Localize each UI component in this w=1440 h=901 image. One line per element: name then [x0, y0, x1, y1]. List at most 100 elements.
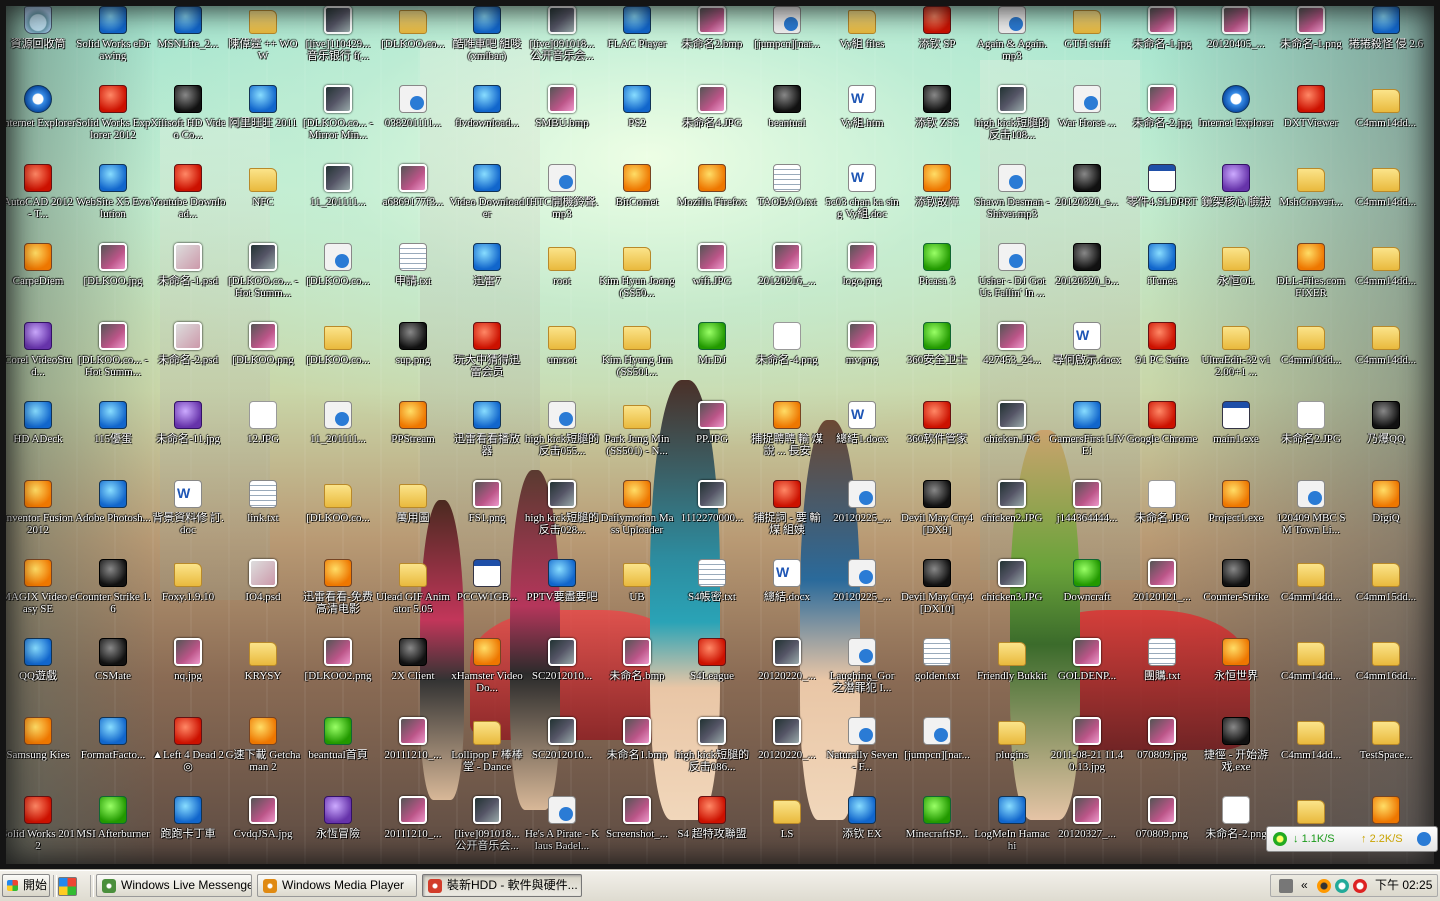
desktop-icon[interactable]: Friendly Bukkit	[974, 634, 1050, 713]
desktop-icon[interactable]: 未命名-2.png	[1198, 792, 1274, 870]
desktop-icon[interactable]: 360软件管家	[899, 397, 975, 476]
desktop-icon[interactable]: CarpeDiem	[0, 239, 76, 318]
desktop-icon[interactable]: high kick短腿的反击108...	[974, 81, 1050, 160]
desktop-icon[interactable]: 萬用圖	[375, 476, 451, 555]
desktop-icon[interactable]: 20120216_...	[749, 239, 825, 318]
desktop-icon[interactable]: [DLKOO.co... - Hot Summ...	[225, 239, 301, 318]
desktop-icon[interactable]: beantual	[749, 81, 825, 160]
desktop-icon[interactable]: MshConvert...	[1273, 160, 1349, 239]
quick-launch-show-desktop-icon[interactable]	[58, 877, 77, 896]
taskbar-button[interactable]: 裝新HDD - 軟件與硬件...	[422, 874, 582, 897]
desktop-icon[interactable]: Screenshot_...	[599, 792, 675, 870]
desktop-icon[interactable]: DLL-Files.com FIXER	[1273, 239, 1349, 318]
desktop-icon[interactable]: j144364444...	[1049, 476, 1125, 555]
desktop-icon[interactable]: 2011-08-21 11.40.13.jpg	[1049, 713, 1125, 792]
desktop-icon[interactable]: 未命名-1.psd	[150, 239, 226, 318]
desktop-icon[interactable]: Google Chrome	[1124, 397, 1200, 476]
taskbar-button[interactable]: Windows Live Messenger	[96, 874, 252, 897]
desktop-icon[interactable]: Kim Hyun Joong (SS50...	[599, 239, 675, 318]
desktop-icon[interactable]: 未命名-2.psd	[150, 318, 226, 397]
desktop-icon[interactable]: Internet Explorer	[1198, 81, 1274, 160]
desktop-icon[interactable]: DigiQ	[1348, 476, 1424, 555]
desktop-icon[interactable]: 添钦故障	[899, 160, 975, 239]
desktop-icon[interactable]: PP.JPG	[674, 397, 750, 476]
desktop-icon[interactable]: 申請.txt	[375, 239, 451, 318]
desktop-icon[interactable]: [jumpcn][nar...	[749, 2, 825, 81]
desktop-icon[interactable]: 背景資料修 訂.doc	[150, 476, 226, 555]
desktop-icon[interactable]: S4 超特攻聯盟	[674, 792, 750, 870]
security-shield-icon[interactable]	[1353, 879, 1367, 893]
desktop-icon[interactable]: 5c03 chan ka sing Vy組.doc	[824, 160, 900, 239]
desktop-icon[interactable]: 添钦 SP	[899, 2, 975, 81]
desktop-icon[interactable]: C4mm14dd...	[1348, 81, 1424, 160]
desktop-icon[interactable]: 20120405_...	[1198, 2, 1274, 81]
desktop-icon[interactable]: Internet Explorer	[0, 81, 76, 160]
desktop-icon[interactable]: Solid Works Explorer 2012	[75, 81, 151, 160]
desktop-icon[interactable]: 迅雷7	[449, 239, 525, 318]
desktop-icon[interactable]: [jumpcn][nar...	[899, 713, 975, 792]
desktop-icon[interactable]: 捕捉詞 - 要 輸煤 組姨	[749, 476, 825, 555]
desktop-icon[interactable]: MAGIX Video easy SE	[0, 555, 76, 634]
desktop-icon[interactable]: 添钦 ZSS	[899, 81, 975, 160]
taskbar-button[interactable]: Windows Media Player	[257, 874, 417, 897]
desktop-icon[interactable]: Mozilla Firefox	[674, 160, 750, 239]
desktop-icon[interactable]: nq.jpg	[150, 634, 226, 713]
desktop-icon[interactable]: SMBU.bmp	[524, 81, 600, 160]
desktop-icon[interactable]: Naturally Seven - F...	[824, 713, 900, 792]
desktop-icon[interactable]: 永恒世界	[1198, 634, 1274, 713]
desktop-icon[interactable]: Inventor Fusion 2012	[0, 476, 76, 555]
desktop-icon[interactable]: 未命名.bmp	[599, 634, 675, 713]
desktop-icon[interactable]: 20120220_...	[749, 713, 825, 792]
desktop-icon[interactable]: Project1.exe	[1198, 476, 1274, 555]
desktop-icon[interactable]: 20120121_...	[1124, 555, 1200, 634]
desktop-icon[interactable]: mv.png	[824, 318, 900, 397]
desktop-icon[interactable]: IO4.psd	[225, 555, 301, 634]
desktop-icon[interactable]: PPTV要盡要吧	[524, 555, 600, 634]
desktop-icon[interactable]: 酷唯車吧 組唆 (xmlbar)	[449, 2, 525, 81]
desktop-icon[interactable]: War Horse ...	[1049, 81, 1125, 160]
desktop-icon[interactable]: WebSite X5 Evolution	[75, 160, 151, 239]
desktop-icon[interactable]: Lollipop F 棒棒堂 - Dance	[449, 713, 525, 792]
desktop-icon[interactable]: 總結.docx	[749, 555, 825, 634]
desktop-icon[interactable]: Ulead GIF Animator 5.05	[375, 555, 451, 634]
desktop-icon[interactable]: S4帳密.txt	[674, 555, 750, 634]
keyboard-icon[interactable]	[1279, 879, 1293, 893]
desktop-icon[interactable]: [live]091018... 公开音乐会...	[524, 2, 600, 81]
desktop-icon[interactable]: 038201111...	[375, 81, 451, 160]
desktop-icon[interactable]: C4mm14dd...	[1348, 160, 1424, 239]
desktop-icon[interactable]: MSI Afterburner	[75, 792, 151, 870]
desktop-icon[interactable]: CSMate	[75, 634, 151, 713]
desktop-icon[interactable]: LogMeIn Hamachi	[974, 792, 1050, 870]
desktop-icon[interactable]: TAOBAO.txt	[749, 160, 825, 239]
desktop-icon[interactable]: 尋何啟示.docx	[1049, 318, 1125, 397]
desktop-icon[interactable]: Solid Works eDrawing	[75, 2, 151, 81]
desktop-icon[interactable]: 未命名-4.png	[749, 318, 825, 397]
desktop-icon[interactable]: 跑跑卡丁車	[150, 792, 226, 870]
desktop-icon[interactable]: 零件4.SLDPRT	[1124, 160, 1200, 239]
desktop-icon[interactable]: 未命名-1.jpg	[1124, 2, 1200, 81]
desktop-icon[interactable]: BitComet	[599, 160, 675, 239]
desktop-icon[interactable]: xHamster Video Do...	[449, 634, 525, 713]
desktop-icon[interactable]: 20120320_e...	[1049, 160, 1125, 239]
desktop-icon[interactable]: chicken2.JPG	[974, 476, 1050, 555]
desktop-icon[interactable]: logo.png	[824, 239, 900, 318]
desktop-icon[interactable]: 20120220_...	[749, 634, 825, 713]
desktop-icon[interactable]: 未命名-11.jpg	[150, 397, 226, 476]
desktop-icon[interactable]: 未命名2.bmp	[674, 2, 750, 81]
desktop-icon[interactable]: link.txt	[225, 476, 301, 555]
desktop-icon[interactable]: 團購.txt	[1124, 634, 1200, 713]
desktop-icon[interactable]: QQ遊戲	[0, 634, 76, 713]
desktop-icon[interactable]: 玩大中猜得迅雷会员	[449, 318, 525, 397]
tray-collapse-button[interactable]: «	[1301, 875, 1308, 896]
desktop-icon[interactable]: high kick短腿的反击086...	[674, 713, 750, 792]
desktop-icon[interactable]: 120409 MBC SM Town Li...	[1273, 476, 1349, 555]
desktop-icon[interactable]: Devil May Cry4 [DX10]	[899, 555, 975, 634]
desktop-icon[interactable]: KRYSY	[225, 634, 301, 713]
desktop-icon[interactable]: [live]091018... 公开音乐会...	[449, 792, 525, 870]
desktop-icon[interactable]: IHTC開機鈴聲.mp3	[524, 160, 600, 239]
desktop-icon[interactable]: 未命名2.JPG	[1273, 397, 1349, 476]
desktop-icon[interactable]: high kick短腿的反击055...	[524, 397, 600, 476]
desktop-icon[interactable]: GOLDENP...	[1049, 634, 1125, 713]
desktop-icon[interactable]: Video Downloader	[449, 160, 525, 239]
desktop-icon[interactable]: Mr.DJ	[674, 318, 750, 397]
